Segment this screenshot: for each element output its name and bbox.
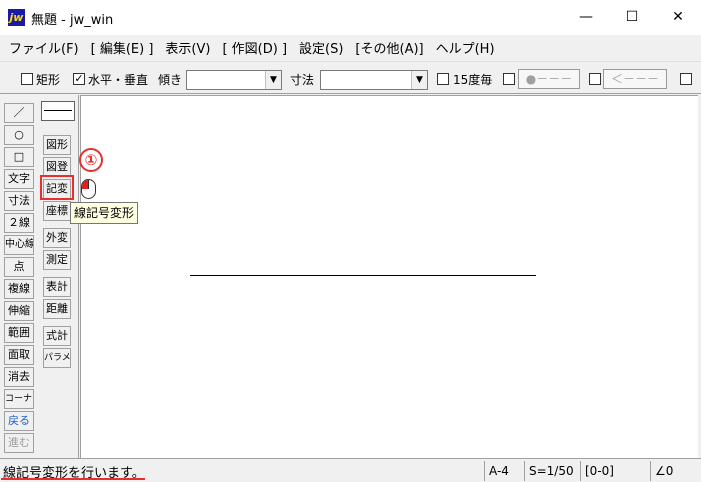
title-bar: jw 無題 - jw_win — ☐ ✕ — [0, 0, 701, 35]
tool-circle[interactable]: ○ — [4, 125, 34, 145]
tool-formula-calc[interactable]: 式計 — [43, 326, 71, 346]
menu-edit[interactable]: [ 編集(E) ] — [85, 38, 160, 57]
highlight-frame — [40, 175, 74, 200]
menu-draw[interactable]: [ 作図(D) ] — [216, 38, 293, 57]
tool-table-calc[interactable]: 表計 — [43, 277, 71, 297]
arrow-end-button[interactable]: ＜－－－ — [603, 69, 667, 89]
tool-redo[interactable]: 進む — [4, 433, 34, 453]
arrow-start-button[interactable]: ●－－－ — [518, 69, 580, 89]
tool-corner[interactable]: コーナー — [4, 389, 34, 409]
mouse-divider — [88, 180, 89, 189]
tool-text[interactable]: 文字 — [4, 169, 34, 189]
menu-help[interactable]: ヘルプ(H) — [430, 38, 501, 57]
tool-range[interactable]: 範囲 — [4, 323, 34, 343]
tool-point[interactable]: 点 — [4, 257, 34, 277]
menu-view[interactable]: 表示(V) — [159, 38, 216, 57]
app-window: jw 無題 - jw_win — ☐ ✕ ファイル(F) [ 編集(E) ] 表… — [0, 0, 701, 482]
dimension-label: 寸法 — [290, 73, 315, 87]
maximize-button[interactable]: ☐ — [609, 0, 655, 35]
rect-checkbox[interactable] — [21, 73, 33, 85]
tilt-label: 傾き — [158, 73, 183, 87]
menu-bar: ファイル(F) [ 編集(E) ] 表示(V) [ 作図(D) ] 設定(S) … — [0, 35, 701, 59]
status-underline — [1, 478, 145, 480]
rect-label: 矩形 — [36, 73, 61, 87]
tool-rectangle[interactable]: □ — [4, 147, 34, 167]
tool-double-line[interactable]: ２線 — [4, 213, 34, 233]
dimension-combo[interactable]: ▼ — [320, 70, 428, 90]
tool-center-line[interactable]: 中心線 — [4, 235, 34, 255]
paper-size[interactable]: A-4 — [484, 461, 524, 481]
tool-stretch[interactable]: 伸縮 — [4, 301, 34, 321]
tilt-combo[interactable]: ▼ — [186, 70, 282, 90]
tool-line[interactable]: ／ — [4, 103, 34, 123]
deg15-checkbox[interactable] — [437, 73, 449, 85]
tooltip: 線記号変形 — [70, 202, 139, 224]
minimize-button[interactable]: — — [563, 0, 609, 35]
tool-dimension[interactable]: 寸法 — [4, 191, 34, 211]
arrow-start-checkbox[interactable] — [503, 73, 515, 85]
app-icon: jw — [8, 9, 25, 26]
chevron-down-icon[interactable]: ▼ — [411, 71, 427, 89]
line-attribute-toolbar: 矩形 ✓ 水平・垂直 傾き ▼ 寸法 ▼ 15度毎 ●－－－ ＜－－－ — [0, 61, 701, 94]
menu-other[interactable]: [その他(A)] — [349, 38, 429, 57]
layer-display[interactable]: [0-0] — [580, 461, 650, 481]
tool-undo[interactable]: 戻る — [4, 411, 34, 431]
tool-figure-register[interactable]: 図登 — [43, 157, 71, 177]
horizontal-vertical-label: 水平・垂直 — [88, 73, 149, 87]
step-number-badge: ① — [79, 148, 103, 172]
chevron-down-icon[interactable]: ▼ — [265, 71, 281, 89]
tool-figure[interactable]: 図形 — [43, 135, 71, 155]
mouse-left-click-icon — [81, 179, 96, 199]
tool-offset[interactable]: 複線 — [4, 279, 34, 299]
drawn-line[interactable] — [190, 275, 536, 276]
menu-file[interactable]: ファイル(F) — [3, 38, 85, 57]
tool-chamfer[interactable]: 面取 — [4, 345, 34, 365]
main-tool-panel: ／ ○ □ 文字 寸法 ２線 中心線 点 複線 伸縮 範囲 面取 消去 コーナー… — [0, 95, 37, 458]
drawing-canvas[interactable] — [80, 95, 698, 458]
arrow-end-checkbox[interactable] — [589, 73, 601, 85]
window-title: 無題 - jw_win — [31, 13, 114, 28]
angle-display[interactable]: ∠0 — [650, 461, 701, 481]
close-button[interactable]: ✕ — [655, 0, 701, 35]
line-type-selector[interactable] — [41, 101, 75, 121]
tool-parametric[interactable]: パラメ — [43, 348, 71, 368]
sub-tool-panel: 図形 図登 記変 座標 外変 測定 表計 距離 式計 パラメ — [37, 95, 79, 458]
tool-distance[interactable]: 距離 — [43, 299, 71, 319]
tool-measure[interactable]: 測定 — [43, 250, 71, 270]
deg15-label: 15度毎 — [453, 73, 493, 87]
scale-display[interactable]: S=1/50 — [524, 461, 580, 481]
extra-checkbox[interactable] — [680, 73, 692, 85]
tool-external-transform[interactable]: 外変 — [43, 228, 71, 248]
tool-erase[interactable]: 消去 — [4, 367, 34, 387]
horizontal-vertical-checkbox[interactable]: ✓ — [73, 73, 85, 85]
menu-settings[interactable]: 設定(S) — [293, 38, 349, 57]
line-type-preview — [44, 110, 72, 111]
tool-coordinate[interactable]: 座標 — [43, 201, 71, 221]
